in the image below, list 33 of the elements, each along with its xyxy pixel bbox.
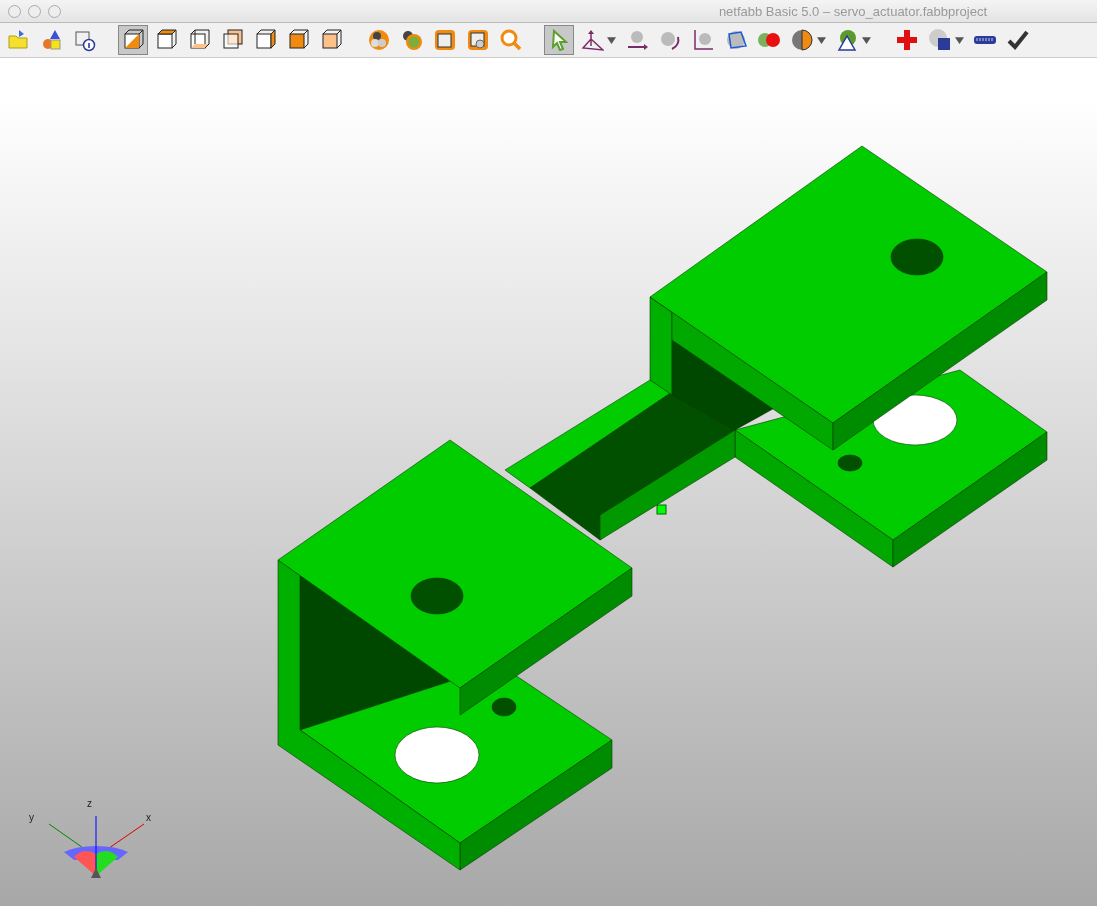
pivot-handle[interactable]: [656, 504, 667, 515]
info-icon: [73, 28, 97, 52]
axis-label: z: [87, 798, 92, 809]
window-title: netfabb Basic 5.0 – servo_actuator.fabbproject: [718, 3, 987, 19]
box-icon: [466, 28, 490, 52]
shapes-icon: [40, 28, 64, 52]
axis-label: x: [146, 812, 151, 823]
checkmark-icon: [1006, 28, 1030, 52]
box-icon: [433, 28, 457, 52]
cube-icon: [220, 28, 244, 52]
cube-icon: [121, 28, 145, 52]
cube-icon: [253, 28, 277, 52]
sphere-icon: [790, 28, 814, 52]
plus-icon: [895, 28, 919, 52]
cube-icon: [286, 28, 310, 52]
folder-icon: [7, 28, 31, 52]
caret-icon: [607, 36, 616, 44]
caret-icon: [817, 36, 826, 44]
cube-icon: [187, 28, 211, 52]
axes-icon: [580, 28, 604, 52]
sphere-icon: [724, 28, 748, 52]
cube-icon: [319, 28, 343, 52]
warning-icon: [835, 28, 859, 52]
cube-icon: [154, 28, 178, 52]
spheres-icon: [400, 28, 424, 52]
axis-label: y: [29, 812, 34, 823]
sphere-icon: [928, 28, 952, 52]
sphere-icon: [625, 28, 649, 52]
sphere-icon: [691, 28, 715, 52]
caret-icon: [862, 36, 871, 44]
caret-icon: [955, 36, 964, 44]
search-icon: [499, 28, 523, 52]
spheres-icon: [367, 28, 391, 52]
